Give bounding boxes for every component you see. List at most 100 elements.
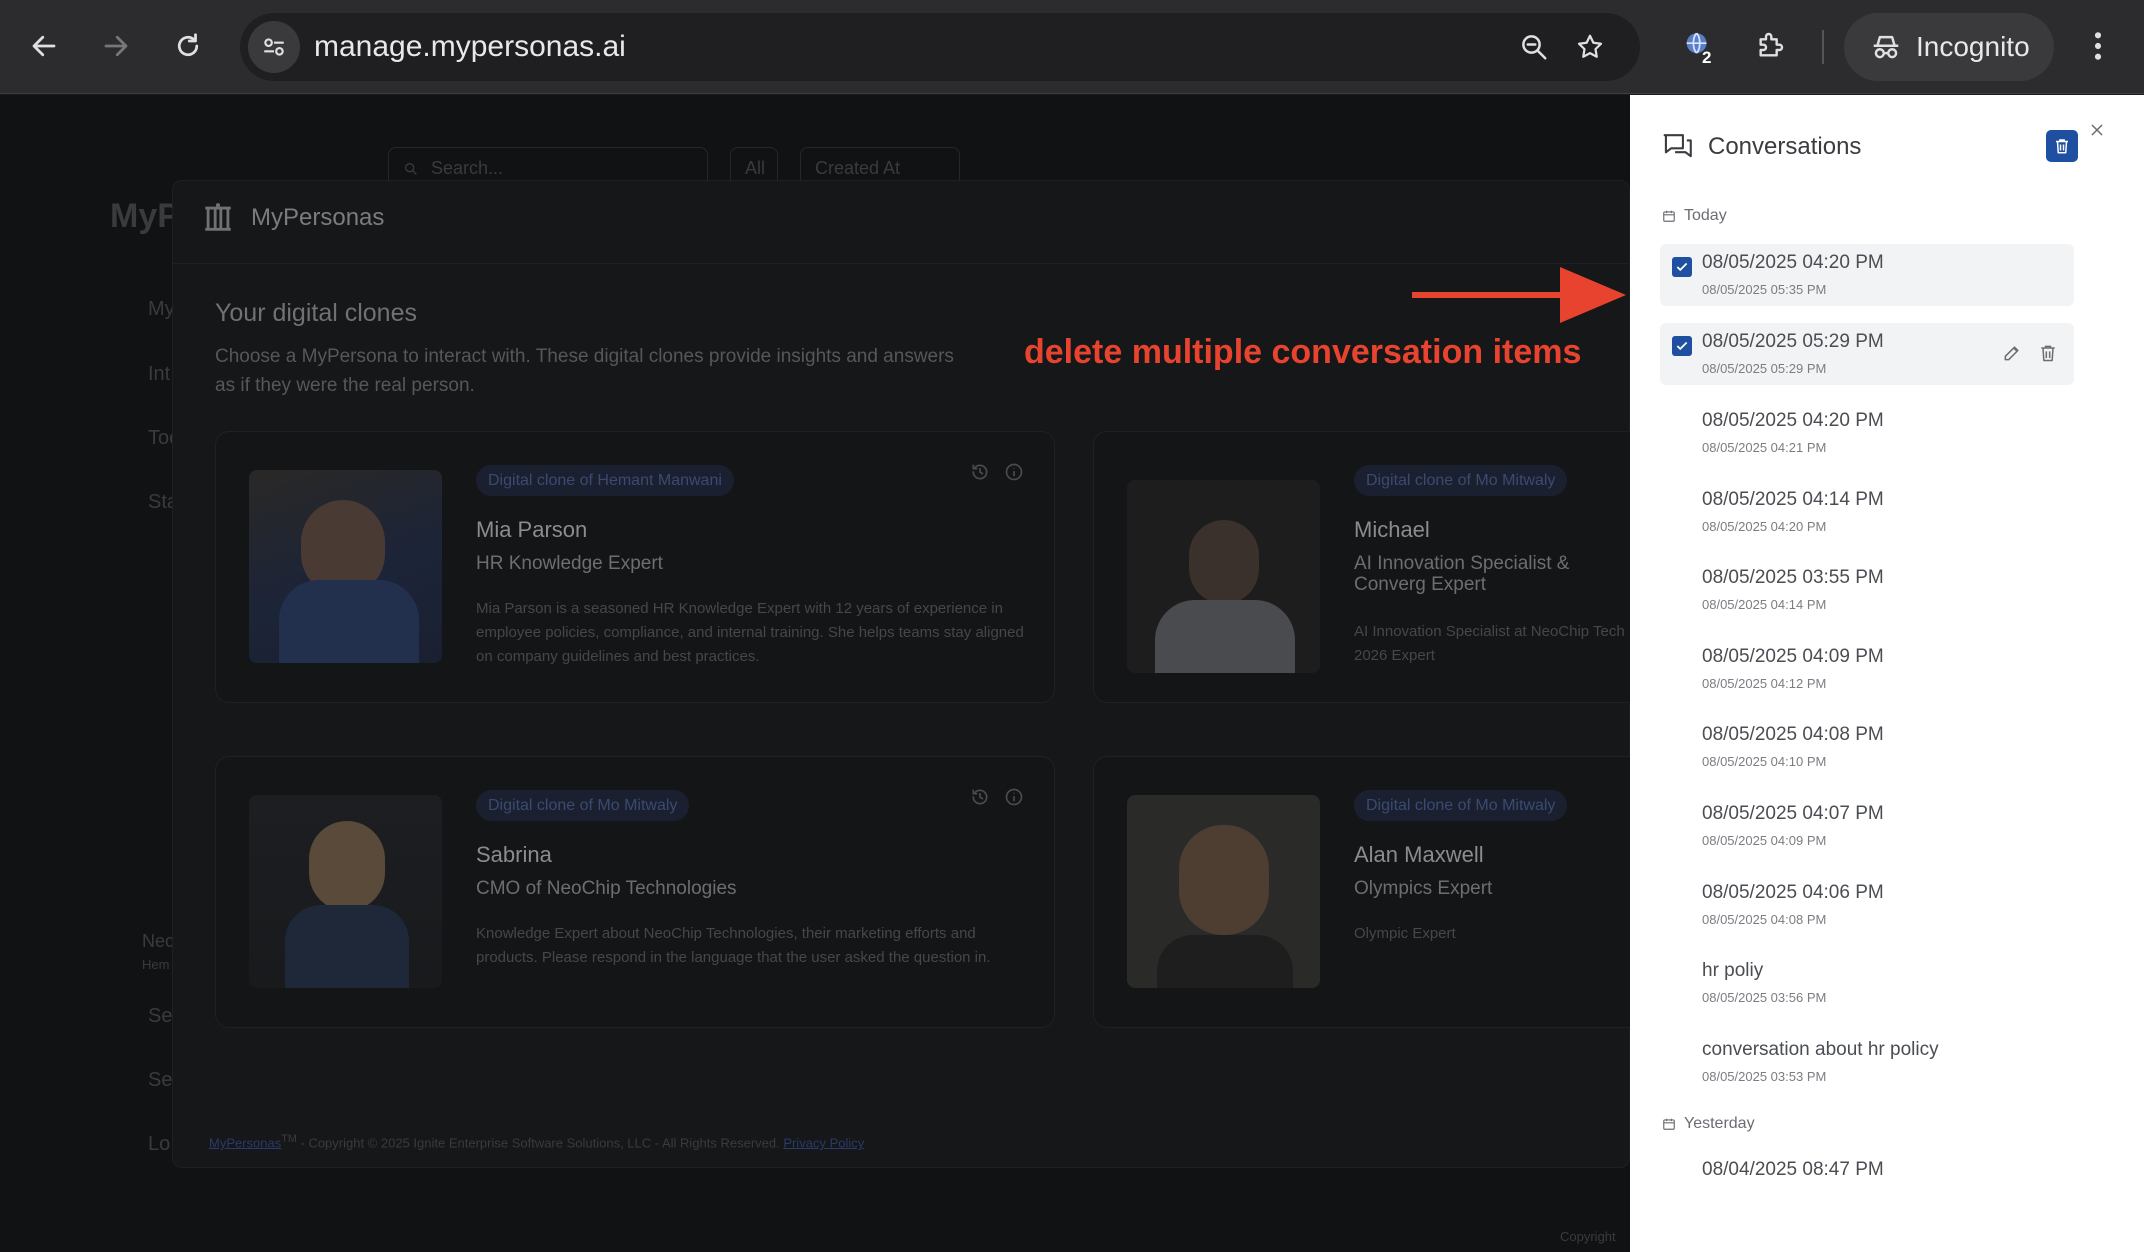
- conversation-timestamp: 08/05/2025 03:56 PM: [1702, 990, 1827, 1005]
- forward-button[interactable]: [90, 20, 142, 72]
- bg-bottom-item: Nec: [142, 931, 175, 951]
- info-icon[interactable]: [1004, 462, 1024, 482]
- conversation-checkbox[interactable]: [1672, 257, 1692, 277]
- conversation-timestamp: 08/05/2025 03:53 PM: [1702, 1069, 1827, 1084]
- conversation-item[interactable]: 08/05/2025 04:09 PM 08/05/2025 04:12 PM: [1660, 638, 2074, 700]
- conversation-timestamp: 08/05/2025 05:35 PM: [1702, 282, 1827, 297]
- bookmark-button[interactable]: [1566, 23, 1614, 71]
- conversation-checkbox[interactable]: [1672, 336, 1692, 356]
- conversation-timestamp: 08/05/2025 04:12 PM: [1702, 676, 1827, 691]
- annotation-label: delete multiple conversation items: [1024, 333, 1582, 371]
- conversation-item[interactable]: 08/05/2025 04:20 PM 08/05/2025 05:35 PM: [1660, 244, 2074, 306]
- checkmark-icon: [1676, 262, 1688, 272]
- persona-name: Mia Parson: [476, 517, 588, 542]
- persona-tag: Digital clone of Mo Mitwaly: [476, 790, 690, 821]
- reload-button[interactable]: [162, 20, 214, 72]
- conversation-title: 08/05/2025 03:55 PM: [1702, 567, 1884, 588]
- persona-card[interactable]: Digital clone of Mo Mitwaly Sabrina CMO …: [215, 756, 1055, 1028]
- conversation-item[interactable]: 08/05/2025 04:14 PM 08/05/2025 04:20 PM: [1660, 481, 2074, 543]
- conversation-item[interactable]: 08/05/2025 03:55 PM 08/05/2025 04:14 PM: [1660, 559, 2074, 621]
- tune-icon: [264, 38, 284, 56]
- conversation-item[interactable]: 08/05/2025 04:07 PM 08/05/2025 04:09 PM: [1660, 795, 2074, 857]
- persona-photo: [1127, 480, 1320, 673]
- search-icon: [405, 163, 417, 175]
- page-subtitle: Choose a MyPersona to interact with. The…: [215, 346, 954, 396]
- section-today: Today: [1662, 207, 1727, 225]
- history-icon[interactable]: [970, 787, 990, 807]
- close-icon: [2091, 124, 2103, 136]
- bg-nav-item: My: [148, 298, 175, 320]
- delete-selected-button[interactable]: [2046, 130, 2078, 162]
- extension-badge: 2: [1702, 48, 1712, 67]
- trash-icon[interactable]: [2038, 343, 2058, 363]
- persona-description: AI Innovation Specialist at NeoChip Tech…: [1354, 623, 1625, 664]
- persona-role: HR Knowledge Expert: [476, 553, 663, 574]
- persona-role: CMO of NeoChip Technologies: [476, 878, 737, 899]
- privacy-policy-link[interactable]: Privacy Policy: [783, 1135, 864, 1150]
- edit-icon[interactable]: [2002, 343, 2022, 363]
- bg-bottom-item: Se: [148, 1005, 173, 1027]
- conversation-timestamp: 08/05/2025 04:08 PM: [1702, 912, 1827, 927]
- bg-filter-value: All: [745, 158, 766, 178]
- address-bar[interactable]: manage.mypersonas.ai: [240, 13, 1640, 81]
- conversation-title: 08/05/2025 04:20 PM: [1702, 252, 1884, 273]
- conversation-item[interactable]: 08/05/2025 04:20 PM 08/05/2025 04:21 PM: [1660, 402, 2074, 464]
- bg-sort-value: Created At: [815, 158, 901, 178]
- browser-menu-button[interactable]: [2072, 20, 2124, 72]
- extensions-button[interactable]: [1744, 20, 1796, 72]
- conversation-timestamp: 08/05/2025 04:14 PM: [1702, 597, 1827, 612]
- footer-brand-link[interactable]: MyPersonas: [209, 1135, 281, 1150]
- conversations-icon: [1663, 134, 1692, 158]
- close-drawer-button[interactable]: [2082, 115, 2112, 145]
- persona-tag: Digital clone of Mo Mitwaly: [1354, 465, 1568, 496]
- modal-footer: MyPersonasTM - Copyright © 2025 Ignite E…: [209, 1133, 864, 1150]
- conversation-title: 08/05/2025 04:14 PM: [1702, 489, 1884, 510]
- conversation-item[interactable]: 08/05/2025 04:06 PM 08/05/2025 04:08 PM: [1660, 874, 2074, 936]
- persona-card[interactable]: Digital clone of Mo Mitwaly Michael AI I…: [1093, 431, 1630, 703]
- conversation-title: conversation about hr policy: [1702, 1039, 1939, 1060]
- bg-bottom-item: Se: [148, 1069, 173, 1091]
- conversation-title: 08/05/2025 04:07 PM: [1702, 803, 1884, 824]
- conversation-item[interactable]: 08/04/2025 08:47 PM: [1660, 1151, 2074, 1213]
- history-icon[interactable]: [970, 462, 990, 482]
- persona-name: Alan Maxwell: [1354, 842, 1484, 867]
- conversation-title: 08/05/2025 04:08 PM: [1702, 724, 1884, 745]
- magnifier-icon: [1522, 35, 1547, 60]
- calendar-icon: [1663, 1118, 1675, 1130]
- url-text[interactable]: manage.mypersonas.ai: [314, 13, 626, 81]
- persona-name: Michael: [1354, 517, 1430, 542]
- incognito-indicator[interactable]: Incognito: [1844, 13, 2054, 81]
- conversation-item[interactable]: 08/05/2025 05:29 PM 08/05/2025 05:29 PM: [1660, 323, 2074, 385]
- drawer-title: Conversations: [1708, 133, 1862, 160]
- page-title: Your digital clones: [215, 299, 417, 327]
- extension-persona-button[interactable]: 2: [1672, 20, 1724, 72]
- zoom-button[interactable]: [1510, 23, 1558, 71]
- persona-photo: [249, 795, 442, 988]
- bg-bottom-item: Lo: [148, 1133, 171, 1155]
- conversation-title: hr poliy: [1702, 960, 1764, 981]
- persona-card[interactable]: Digital clone of Mo Mitwaly Alan Maxwell…: [1093, 756, 1630, 1028]
- calendar-icon: [1663, 210, 1675, 222]
- arrow-left-icon: [32, 35, 56, 57]
- conversation-title: 08/05/2025 04:09 PM: [1702, 646, 1884, 667]
- incognito-label: Incognito: [1916, 31, 2030, 62]
- bg-nav-item: Int: [148, 363, 171, 385]
- conversation-item[interactable]: conversation about hr policy 08/05/2025 …: [1660, 1031, 2074, 1093]
- modal-logo-text: MyPersonas: [251, 204, 385, 231]
- site-info-button[interactable]: [248, 21, 300, 73]
- conversation-item[interactable]: 08/05/2025 04:08 PM 08/05/2025 04:10 PM: [1660, 716, 2074, 778]
- info-icon[interactable]: [1004, 787, 1024, 807]
- persona-tag: Digital clone of Mo Mitwaly: [1354, 790, 1568, 821]
- conversation-title: 08/05/2025 04:06 PM: [1702, 882, 1884, 903]
- persona-description: Mia Parson is a seasoned HR Knowledge Ex…: [476, 600, 1024, 665]
- mypersonas-logo-icon: [205, 203, 231, 231]
- conversation-title: 08/05/2025 05:29 PM: [1702, 331, 1884, 352]
- back-button[interactable]: [18, 20, 70, 72]
- footer-copyright: - Copyright © 2025 Ignite Enterprise Sof…: [296, 1135, 784, 1151]
- conversation-timestamp: 08/05/2025 04:10 PM: [1702, 754, 1827, 769]
- page-backdrop: Search... All Created At MyP My Int Too …: [0, 95, 1630, 1252]
- persona-card[interactable]: Digital clone of Hemant Manwani Mia Pars…: [215, 431, 1055, 703]
- conversation-item[interactable]: hr poliy 08/05/2025 03:56 PM: [1660, 952, 2074, 1014]
- conversation-timestamp: 08/05/2025 04:20 PM: [1702, 519, 1827, 534]
- drawer-header: Conversations: [1662, 131, 1861, 163]
